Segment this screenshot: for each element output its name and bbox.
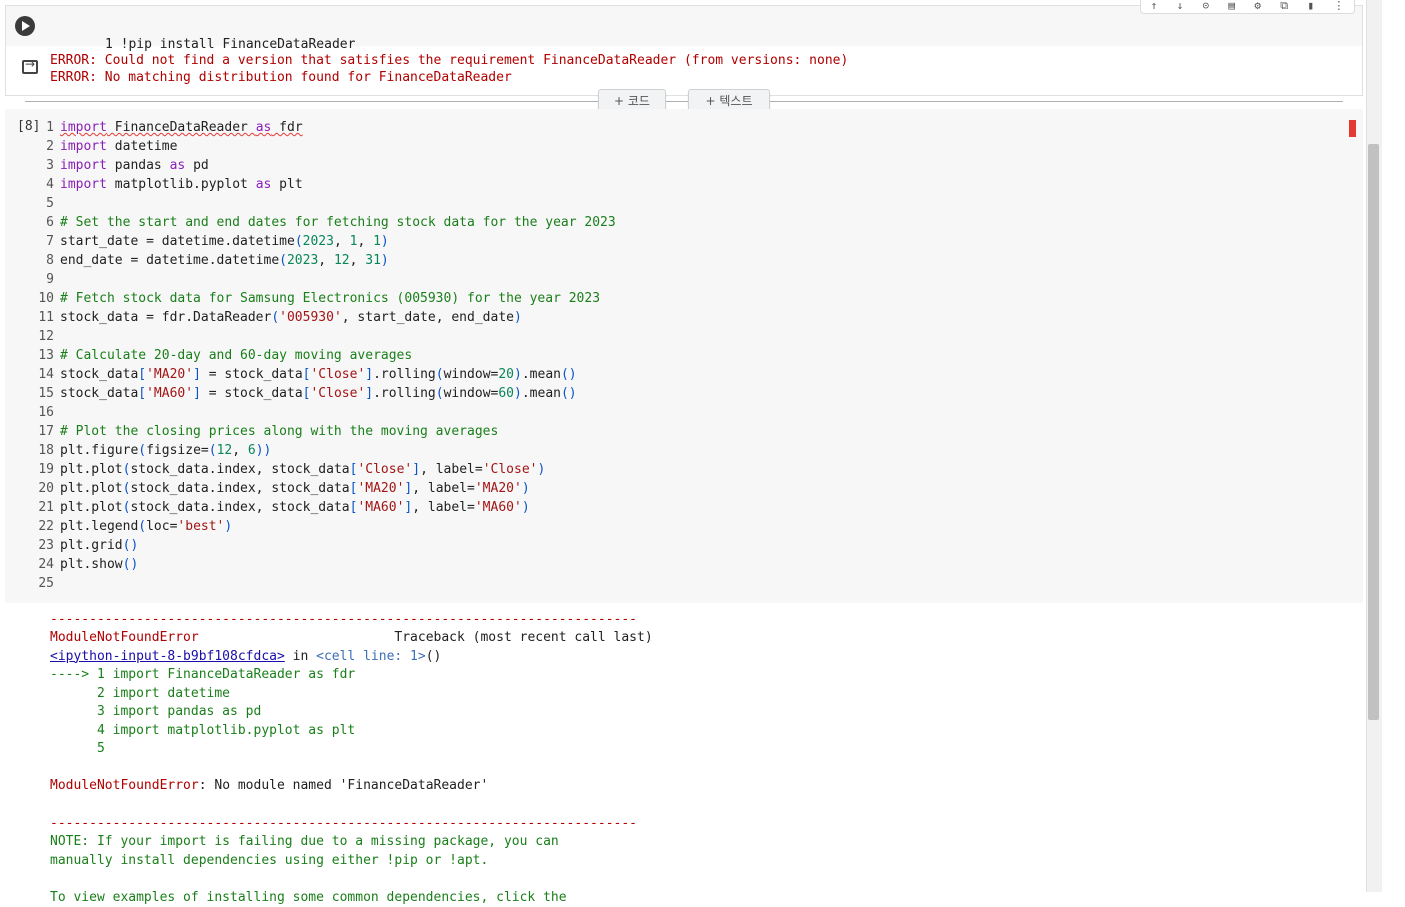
add-code-button[interactable]: + 코드: [598, 89, 666, 111]
cell-line-ref: <cell line: 1>: [316, 649, 426, 664]
code-line: 4import matplotlib.pyplot as plt: [0, 175, 616, 194]
cell-output: ----------------------------------------…: [50, 610, 653, 907]
code-line: 25: [0, 574, 616, 593]
error-marker: [1349, 120, 1356, 137]
note-line: To view examples of installing some comm…: [50, 889, 653, 907]
code-line: 23plt.grid(): [0, 536, 616, 555]
code-line: 7start_date = datetime.datetime(2023, 1,…: [0, 232, 616, 251]
note-line: manually install dependencies using eith…: [50, 852, 653, 871]
output-icon[interactable]: [22, 60, 38, 74]
ipython-input-link[interactable]: <ipython-input-8-b9bf108cfdca>: [50, 649, 285, 664]
code-editor[interactable]: 1import FinanceDataReader as fdr 2import…: [0, 118, 616, 593]
more-icon[interactable]: ⋮: [1333, 0, 1344, 12]
code-line: 20plt.plot(stock_data.index, stock_data[…: [0, 479, 616, 498]
trash-icon[interactable]: ▮: [1307, 0, 1314, 12]
cell-toolbar: ↑ ↓ ⊝ ▤ ⚙ ⧉ ▮ ⋮: [1140, 0, 1355, 14]
code-line: 16: [0, 403, 616, 422]
link-icon[interactable]: ⊝: [1202, 0, 1209, 12]
code-line: 9: [0, 270, 616, 289]
code-line: 1import FinanceDataReader as fdr: [0, 118, 616, 137]
traceback-context-line: 3 import pandas as pd: [50, 703, 653, 722]
traceback-context-line: 4 import matplotlib.pyplot as plt: [50, 722, 653, 741]
add-text-button[interactable]: + 텍스트: [688, 89, 770, 111]
arrow-down-icon[interactable]: ↓: [1177, 0, 1184, 12]
traceback-context-line: 2 import datetime: [50, 685, 653, 704]
pip-install-cell[interactable]: 1 !pip install FinanceDataReader ERROR: …: [5, 5, 1363, 96]
code-line: 12: [0, 327, 616, 346]
traceback-label: Traceback (most recent call last): [199, 630, 653, 645]
code-line: 18plt.figure(figsize=(12, 6)): [0, 441, 616, 460]
note-line: NOTE: If your import is failing due to a…: [50, 833, 653, 852]
code-line: 17# Plot the closing prices along with t…: [0, 422, 616, 441]
gear-icon[interactable]: ⚙: [1254, 0, 1261, 12]
pip-install-text: 1 !pip install FinanceDataReader: [105, 37, 355, 52]
code-line: 24plt.show(): [0, 555, 616, 574]
code-line: 21plt.plot(stock_data.index, stock_data[…: [0, 498, 616, 517]
traceback-header: ModuleNotFoundError Traceback (most rece…: [50, 629, 653, 648]
code-line: 11stock_data = fdr.DataReader('005930', …: [0, 308, 616, 327]
code-line: 8end_date = datetime.datetime(2023, 12, …: [0, 251, 616, 270]
code-line: 22plt.legend(loc='best'): [0, 517, 616, 536]
code-line: 2import datetime: [0, 137, 616, 156]
traceback-divider: ----------------------------------------…: [50, 814, 653, 833]
code-line: 13# Calculate 20-day and 60-day moving a…: [0, 346, 616, 365]
final-error: ModuleNotFoundError: No module named 'Fi…: [50, 777, 653, 796]
code-line: 5: [0, 194, 616, 213]
error-type: ModuleNotFoundError: [50, 630, 199, 645]
cell-separator: [25, 101, 1343, 102]
code-line: 15stock_data['MA60'] = stock_data['Close…: [0, 384, 616, 403]
pip-error-line-2: ERROR: No matching distribution found fo…: [50, 69, 512, 86]
pip-error-line-1: ERROR: Could not find a version that sat…: [50, 52, 848, 69]
traceback-location: <ipython-input-8-b9bf108cfdca> in <cell …: [50, 648, 653, 667]
comment-icon[interactable]: ▤: [1228, 0, 1235, 12]
final-error-type: ModuleNotFoundError: [50, 778, 199, 793]
code-line: 10# Fetch stock data for Samsung Electro…: [0, 289, 616, 308]
pip-install-code: 1 !pip install FinanceDataReader: [6, 16, 355, 35]
code-line: 3import pandas as pd: [0, 156, 616, 175]
scrollbar-thumb[interactable]: [1368, 144, 1379, 720]
mirror-icon[interactable]: ⧉: [1280, 0, 1288, 13]
code-line: 6# Set the start and end dates for fetch…: [0, 213, 616, 232]
arrow-up-icon[interactable]: ↑: [1151, 0, 1158, 12]
traceback-arrow-line: ----> 1 import FinanceDataReader as fdr: [50, 666, 653, 685]
traceback-divider: ----------------------------------------…: [50, 610, 653, 629]
final-error-message: : No module named 'FinanceDataReader': [199, 778, 489, 793]
traceback-context-line: 5: [50, 740, 653, 759]
code-line: 14stock_data['MA20'] = stock_data['Close…: [0, 365, 616, 384]
code-line: 19plt.plot(stock_data.index, stock_data[…: [0, 460, 616, 479]
